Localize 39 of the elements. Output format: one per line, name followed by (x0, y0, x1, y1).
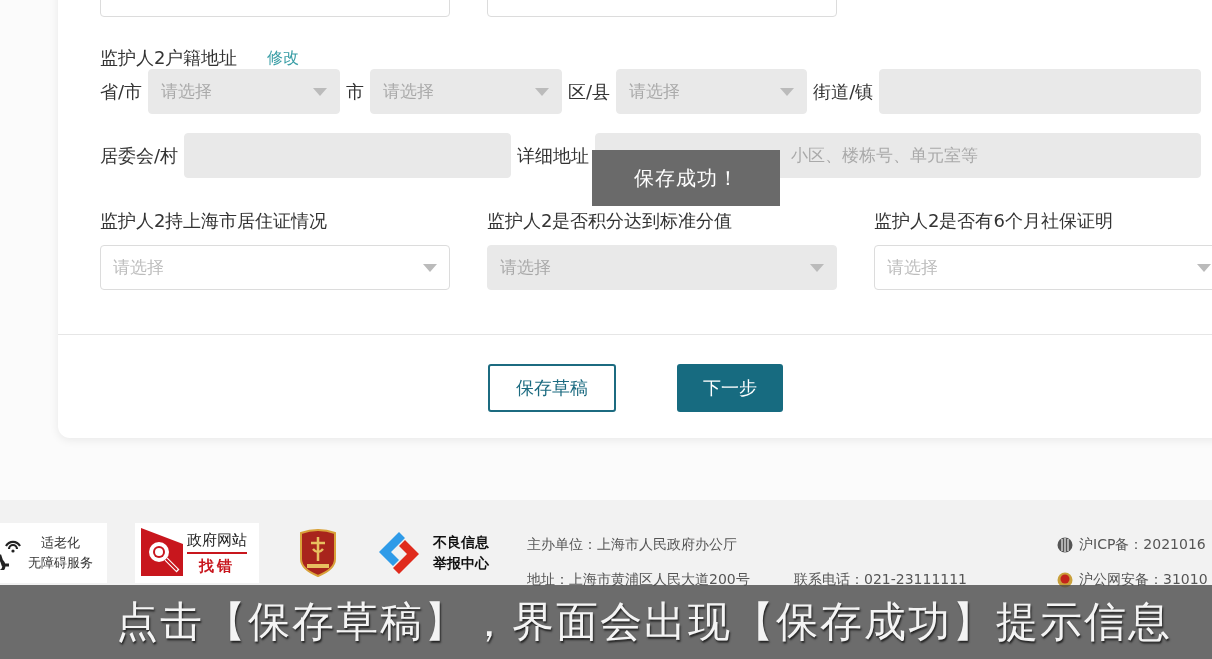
dropdown-field[interactable]: 请选择 (874, 245, 1212, 290)
question-label: 监护人2是否积分达到标准分值 (487, 210, 734, 232)
report-center-link[interactable]: 不良信息 举报中心 (375, 523, 489, 583)
badge-text: 适老化 (41, 534, 80, 552)
caret-icon (1197, 263, 1211, 272)
section-title: 监护人2户籍地址 (100, 46, 238, 70)
field-label: 市 (346, 79, 365, 104)
caret-icon (780, 87, 795, 96)
badge-text: 政府网站 (187, 530, 247, 554)
field-label: 区/县 (568, 79, 611, 104)
field-label: 居委会/村 (100, 143, 179, 168)
footer-text: 联系电话：021-23111111 (794, 570, 968, 589)
shield-emblem-icon (299, 529, 337, 577)
footer-text: 沪ICP备：2021016 (1079, 535, 1206, 554)
save-success-toast: 保存成功！ (592, 150, 780, 206)
caret-icon (313, 87, 328, 96)
dropdown-field[interactable]: 请选择 (100, 245, 450, 290)
error-report-link[interactable]: 政府网站 找错 (135, 523, 259, 583)
save-draft-button[interactable]: 保存草稿 (487, 364, 616, 412)
next-button[interactable]: 下一步 (676, 364, 783, 412)
badge-text: 不良信息 (433, 533, 489, 552)
edit-link[interactable]: 修改 (267, 47, 300, 69)
badge-text: 举报中心 (433, 554, 489, 573)
field-label: 详细地址 (517, 143, 590, 168)
badge-text: 无障碍服务 (28, 554, 93, 572)
caret-icon (423, 263, 437, 272)
question-label: 监护人2持上海市居住证情况 (100, 210, 329, 232)
field-label: 省/市 (100, 79, 143, 104)
field-label: 街道/镇 (813, 79, 874, 104)
video-subtitle: 点击【保存草稿】，界面会出现【保存成功】提示信息 (116, 596, 1172, 648)
caret-icon (810, 263, 824, 272)
footer-text: 沪公网安备：31010 (1079, 570, 1208, 589)
footer-text: 主办单位：上海市人民政府办公厅 (527, 535, 738, 554)
badge-text: 找错 (197, 556, 236, 576)
footer-text: 地址：上海市黄浦区人民大道200号 (527, 570, 751, 589)
emblem-icon (1057, 536, 1073, 553)
accessibility-link[interactable]: 适老化 无障碍服务 (0, 523, 107, 583)
question-label: 监护人2是否有6个月社保证明 (874, 210, 1114, 232)
caret-icon (535, 87, 550, 96)
